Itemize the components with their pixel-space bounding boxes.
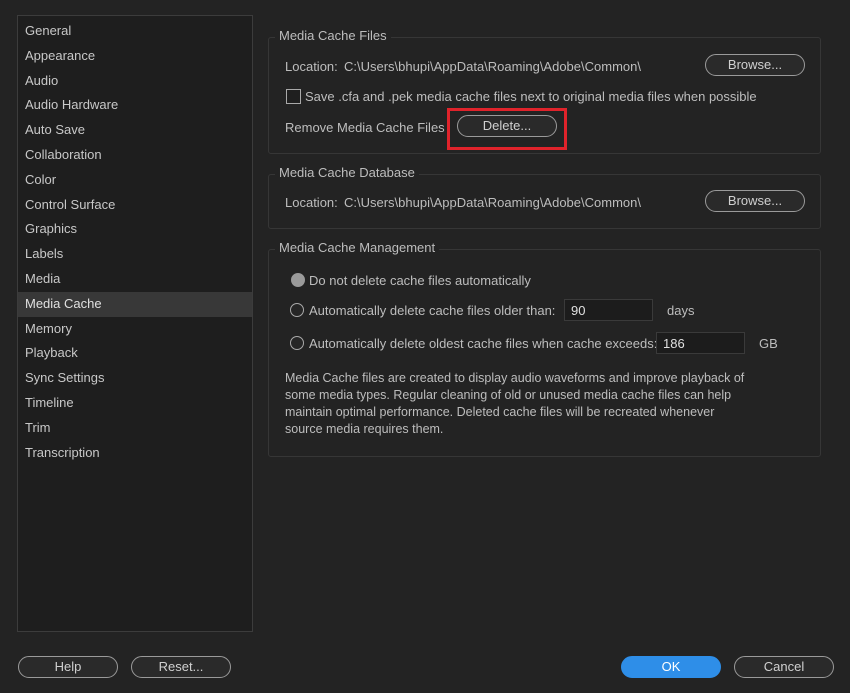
red-highlight-box	[447, 108, 567, 150]
browse-button[interactable]: Browse...	[705, 190, 805, 212]
sidebar-item-memory[interactable]: Memory	[18, 317, 252, 342]
save-next-checkbox[interactable]	[286, 89, 301, 104]
sidebar-item-labels[interactable]: Labels	[18, 242, 252, 267]
ok-button[interactable]: OK	[621, 656, 721, 678]
radio-no-delete[interactable]	[291, 273, 305, 287]
exceeds-input[interactable]	[656, 332, 745, 354]
media-cache-management-group: Media Cache Management Do not delete cac…	[268, 240, 821, 457]
group-title: Media Cache Database	[275, 165, 419, 180]
sidebar-item-color[interactable]: Color	[18, 168, 252, 193]
location-label: Location:	[285, 195, 338, 210]
sidebar-list: General Appearance Audio Audio Hardware Auto…	[18, 16, 252, 465]
older-than-label: Automatically delete cache files older t…	[309, 303, 556, 318]
location-path: C:\Users\bhupi\AppData\Roaming\Adobe\Com…	[344, 195, 641, 210]
sidebar-item-media[interactable]: Media	[18, 267, 252, 292]
older-than-input[interactable]	[564, 299, 653, 321]
sidebar-item-transcription[interactable]: Transcription	[18, 441, 252, 466]
location-path: C:\Users\bhupi\AppData\Roaming\Adobe\Com…	[344, 59, 641, 74]
radio-older-than[interactable]	[290, 303, 304, 317]
no-delete-label: Do not delete cache files automatically	[309, 273, 531, 288]
radio-exceeds[interactable]	[290, 336, 304, 350]
sidebar-item-media-cache[interactable]: Media Cache	[18, 291, 252, 317]
remove-cache-label: Remove Media Cache Files	[285, 120, 445, 135]
sidebar-item-collaboration[interactable]: Collaboration	[18, 143, 252, 168]
media-cache-files-group: Media Cache Files Location: C:\Users\bhu…	[268, 28, 821, 154]
browse-button[interactable]: Browse...	[705, 54, 805, 76]
sidebar-item-auto-save[interactable]: Auto Save	[18, 118, 252, 143]
sidebar-item-general[interactable]: General	[18, 19, 252, 44]
group-title: Media Cache Files	[275, 28, 391, 43]
sidebar-item-trim[interactable]: Trim	[18, 416, 252, 441]
sidebar-item-audio[interactable]: Audio	[18, 69, 252, 94]
cancel-button[interactable]: Cancel	[734, 656, 834, 678]
gb-unit: GB	[759, 336, 778, 351]
help-button[interactable]: Help	[18, 656, 118, 678]
days-unit: days	[667, 303, 695, 318]
exceeds-label: Automatically delete oldest cache files …	[309, 336, 658, 351]
location-label: Location:	[285, 59, 338, 74]
sidebar-item-graphics[interactable]: Graphics	[18, 217, 252, 242]
media-cache-database-group: Media Cache Database Location: C:\Users\…	[268, 165, 821, 229]
sidebar-item-sync-settings[interactable]: Sync Settings	[18, 366, 252, 391]
group-title: Media Cache Management	[275, 240, 440, 255]
save-next-label: Save .cfa and .pek media cache files nex…	[305, 89, 757, 104]
reset-button[interactable]: Reset...	[131, 656, 231, 678]
sidebar-item-appearance[interactable]: Appearance	[18, 44, 252, 69]
sidebar-item-timeline[interactable]: Timeline	[18, 391, 252, 416]
sidebar-item-control-surface[interactable]: Control Surface	[18, 193, 252, 218]
cache-description: Media Cache files are created to display…	[285, 371, 745, 436]
preferences-sidebar: General Appearance Audio Audio Hardware Auto…	[17, 15, 253, 632]
sidebar-item-audio-hardware[interactable]: Audio Hardware	[18, 93, 252, 118]
sidebar-item-playback[interactable]: Playback	[18, 341, 252, 366]
